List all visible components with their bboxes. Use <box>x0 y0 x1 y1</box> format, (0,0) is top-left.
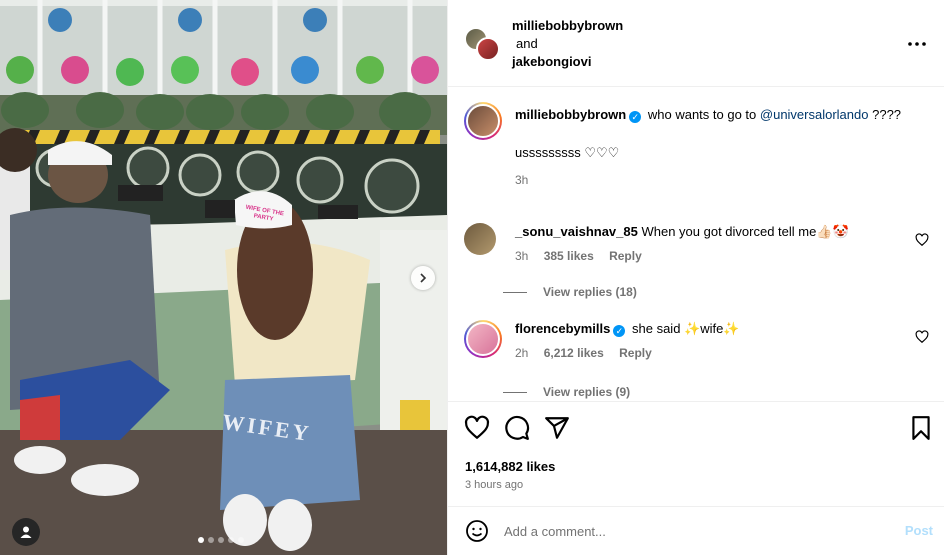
add-comment-bar: Post <box>448 506 944 555</box>
comment-username[interactable]: florencebymills <box>515 321 610 336</box>
carousel-dot <box>238 537 244 543</box>
caption-time[interactable]: 3h <box>515 173 528 187</box>
post-time[interactable]: 3 hours ago <box>465 479 523 491</box>
post-actions: 1,614,882 likes 3 hours ago <box>448 401 944 505</box>
tagged-users-button[interactable] <box>12 518 40 546</box>
more-options-button[interactable] <box>905 34 929 54</box>
photo-scene <box>0 0 447 555</box>
comment-body: florencebymills ✓ she said ✨wife✨ 2h 6,21… <box>515 320 895 362</box>
heart-icon[interactable] <box>464 415 490 441</box>
carousel-dot <box>218 537 224 543</box>
verified-badge-icon: ✓ <box>613 325 626 337</box>
comment-time[interactable]: 2h <box>515 346 528 360</box>
carousel-dot <box>208 537 214 543</box>
view-replies-button[interactable]: View replies (9) <box>503 385 630 399</box>
next-photo-button[interactable] <box>411 266 435 290</box>
chevron-right-icon <box>420 273 427 283</box>
send-icon[interactable] <box>544 415 570 441</box>
post-button[interactable]: Post <box>905 523 933 538</box>
emoji-icon[interactable] <box>465 519 489 543</box>
caption-mention[interactable]: @universalorlando <box>760 107 869 122</box>
comments-section[interactable]: milliebobbybrown ✓ who wants to go to @un… <box>448 88 944 400</box>
view-replies-label: View replies (9) <box>543 385 631 399</box>
post-side-panel: milliebobbybrown and jakebongiovi millie… <box>447 0 944 555</box>
user-tag-icon <box>20 526 32 538</box>
caption-avatar[interactable] <box>464 102 502 140</box>
comment-likes[interactable]: 385 likes <box>544 249 594 263</box>
collab-avatars[interactable] <box>464 27 500 63</box>
avatar <box>476 37 500 61</box>
caption-meta: 3h <box>515 171 915 189</box>
reply-button[interactable]: Reply <box>609 249 642 263</box>
header-and: and <box>516 36 538 51</box>
comment-username[interactable]: _sonu_vaishnav_85 <box>515 224 638 239</box>
comment-meta: 3h 385 likes Reply <box>515 247 895 265</box>
verified-badge-icon: ✓ <box>629 111 642 123</box>
carousel-dot <box>228 537 234 543</box>
comment-text: she said ✨wife✨ <box>632 321 740 336</box>
collab-names: milliebobbybrown and jakebongiovi <box>512 17 623 71</box>
comment-icon[interactable] <box>504 415 530 441</box>
avatar[interactable] <box>464 223 496 255</box>
caption-body: milliebobbybrown ✓ who wants to go to @un… <box>515 106 915 189</box>
likes-count[interactable]: 1,614,882 likes <box>465 459 555 474</box>
view-replies-button[interactable]: View replies (18) <box>503 285 637 299</box>
caption-username[interactable]: milliebobbybrown <box>515 107 626 122</box>
comment-meta: 2h 6,212 likes Reply <box>515 344 895 362</box>
post-photo[interactable]: WIFE OF THE PARTY WIFEY <box>0 0 447 555</box>
comment-input[interactable] <box>504 519 884 543</box>
comment-likes[interactable]: 6,212 likes <box>544 346 604 360</box>
caption-tail: ???? <box>872 107 902 122</box>
comment-like-heart-icon[interactable] <box>915 330 929 344</box>
avatar[interactable] <box>464 320 502 358</box>
comment-body: _sonu_vaishnav_85 When you got divorced … <box>515 223 895 265</box>
caption-text: who wants to go to <box>647 107 757 122</box>
comment-text: When you got divorced tell me👍🏻🤡 <box>641 224 849 239</box>
header-username-1[interactable]: milliebobbybrown <box>512 17 623 35</box>
carousel-dots <box>198 537 244 543</box>
bookmark-icon[interactable] <box>908 415 934 441</box>
more-horizontal-icon <box>908 42 926 46</box>
carousel-dot <box>198 537 204 543</box>
caption-line-2: usssssssss ♡♡♡ <box>515 145 620 160</box>
header-username-2[interactable]: jakebongiovi <box>512 53 623 71</box>
reply-button[interactable]: Reply <box>619 346 652 360</box>
comment-like-heart-icon[interactable] <box>915 233 929 247</box>
comment-time[interactable]: 3h <box>515 249 528 263</box>
view-replies-label: View replies (18) <box>543 285 637 299</box>
post-header: milliebobbybrown and jakebongiovi <box>448 0 944 87</box>
